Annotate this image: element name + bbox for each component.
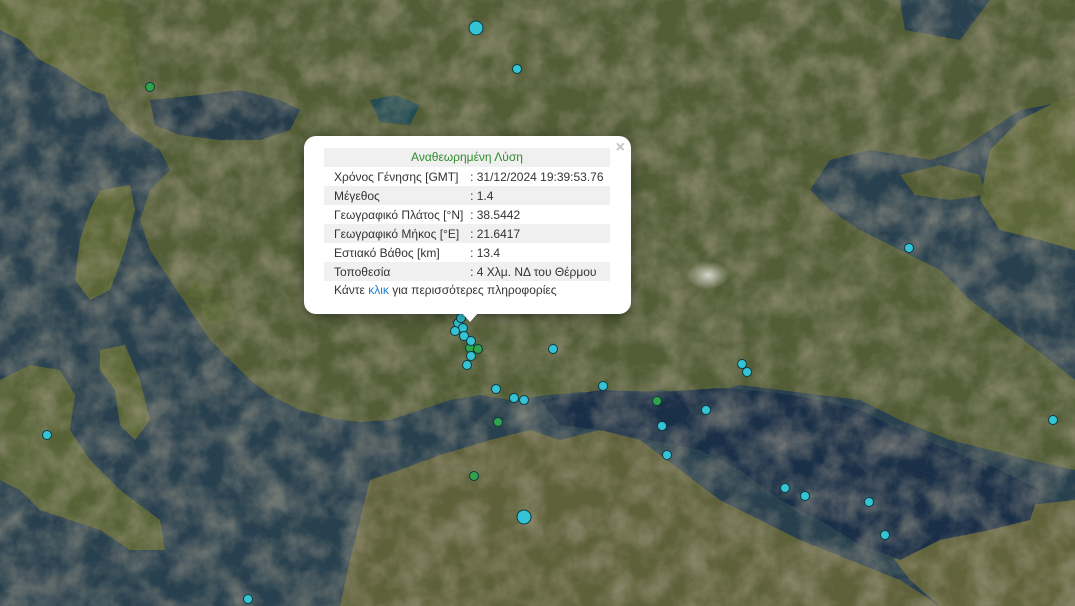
row-label: Χρόνος Γένησης [GMT] (334, 169, 459, 184)
earthquake-marker[interactable] (466, 351, 476, 361)
earthquake-marker[interactable] (493, 417, 503, 427)
table-row: Εστιακό Βάθος [km] : 13.4 (324, 243, 610, 262)
earthquake-marker[interactable] (466, 336, 476, 346)
row-value: : 38.5442 (470, 207, 521, 222)
earthquake-marker[interactable] (657, 421, 667, 431)
earthquake-marker[interactable] (462, 360, 472, 370)
row-label: Μέγεθος (324, 186, 471, 205)
earthquake-marker[interactable] (519, 395, 529, 405)
earthquake-marker[interactable] (701, 405, 711, 415)
earthquake-marker[interactable] (509, 393, 519, 403)
earthquake-marker[interactable] (780, 483, 790, 493)
earthquake-marker[interactable] (904, 243, 914, 253)
earthquake-marker[interactable] (800, 491, 810, 501)
earthquake-marker[interactable] (880, 530, 890, 540)
table-row: Χρόνος Γένησης [GMT] : 31/12/2024 19:39:… (324, 167, 610, 186)
row-value: : 13.4 (470, 245, 501, 260)
earthquake-marker[interactable] (662, 450, 672, 460)
row-value: : 21.6417 (470, 224, 610, 243)
earthquake-marker[interactable] (548, 344, 558, 354)
more-prefix: Κάντε (334, 283, 369, 297)
table-row: Γεωγραφικό Μήκος [°E] : 21.6417 (324, 224, 610, 243)
close-icon[interactable]: × (616, 140, 625, 156)
more-info-link[interactable]: κλικ (368, 283, 389, 297)
earthquake-popup: × Αναθεωρημένη Λύση Χρόνος Γένησης [GMT]… (304, 136, 631, 322)
earthquake-marker[interactable] (742, 367, 752, 377)
earthquake-marker[interactable] (473, 344, 483, 354)
row-value: : 4 Χλμ. ΝΔ του Θέρμου (470, 262, 610, 281)
earthquake-marker[interactable] (42, 430, 52, 440)
earthquake-info-table: Χρόνος Γένησης [GMT] : 31/12/2024 19:39:… (324, 167, 610, 281)
earthquake-marker[interactable] (652, 396, 662, 406)
row-label: Τοποθεσία (324, 262, 471, 281)
more-suffix: για περισσότερες πληροφορίες (388, 283, 557, 297)
earthquake-marker[interactable] (516, 509, 532, 525)
table-row: Τοποθεσία : 4 Χλμ. ΝΔ του Θέρμου (324, 262, 610, 281)
earthquake-marker[interactable] (243, 594, 253, 604)
earthquake-marker[interactable] (737, 359, 747, 369)
snow-peak (686, 261, 730, 289)
earthquake-marker[interactable] (469, 471, 479, 481)
earthquake-marker[interactable] (598, 381, 608, 391)
popup-title: Αναθεωρημένη Λύση (324, 148, 610, 167)
row-label: Εστιακό Βάθος [km] (334, 245, 440, 260)
row-value: : 1.4 (470, 186, 610, 205)
row-value: : 31/12/2024 19:39:53.76 (470, 169, 604, 184)
earthquake-marker[interactable] (512, 64, 522, 74)
earthquake-marker[interactable] (864, 497, 874, 507)
row-label: Γεωγραφικό Πλάτος [°N] (334, 207, 464, 222)
table-row: Γεωγραφικό Πλάτος [°N] : 38.5442 (324, 205, 610, 224)
popup-tip (461, 312, 479, 322)
earthquake-marker[interactable] (468, 20, 484, 36)
earthquake-marker[interactable] (1048, 415, 1058, 425)
more-info-text: Κάντε κλικ για περισσότερες πληροφορίες (324, 283, 611, 297)
earthquake-marker[interactable] (145, 82, 155, 92)
earthquake-marker[interactable] (450, 326, 460, 336)
table-row: Μέγεθος : 1.4 (324, 186, 610, 205)
earthquake-marker[interactable] (491, 384, 501, 394)
row-label: Γεωγραφικό Μήκος [°E] (324, 224, 471, 243)
